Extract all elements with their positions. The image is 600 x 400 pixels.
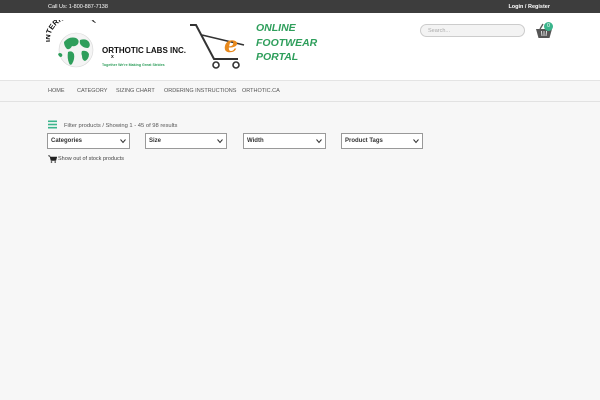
cart-icon xyxy=(48,155,57,163)
categories-select[interactable]: Categories xyxy=(47,133,130,149)
efootwear-logo[interactable]: e ONLINE FOOTWEAR PORTAL xyxy=(188,19,317,77)
logo-main-text: ORTHOTIC LABS INC. xyxy=(102,46,186,55)
site-header: INTERNATIONAL ORTHOTIC LABS INC. x Toget… xyxy=(0,13,600,81)
filter-results-text: Filter products / Showing 1 - 45 of 98 r… xyxy=(64,122,178,129)
size-select-label: Size xyxy=(149,138,162,144)
logo-x-mark: x xyxy=(111,54,114,60)
chevron-down-icon xyxy=(120,139,126,144)
efootwear-line3: PORTAL xyxy=(256,51,299,63)
filter-menu-icon[interactable] xyxy=(48,120,57,129)
orthotic-labs-logo[interactable]: INTERNATIONAL ORTHOTIC LABS INC. x Toget… xyxy=(46,20,186,78)
efootwear-line1: ONLINE xyxy=(256,22,296,34)
product-tags-select[interactable]: Product Tags xyxy=(341,133,423,149)
nav-item-orthotic-ca[interactable]: ORTHOTIC.CA xyxy=(242,88,280,94)
logo-tagline: Together We're Making Great Strides xyxy=(102,63,165,67)
nav-item-ordering-instructions[interactable]: ORDERING INSTRUCTIONS xyxy=(164,88,236,94)
cart-count-badge: 0 xyxy=(544,22,553,31)
login-register-link[interactable]: Login / Register xyxy=(508,4,550,10)
nav-item-home[interactable]: HOME xyxy=(48,88,65,94)
product-tags-select-label: Product Tags xyxy=(345,138,383,144)
chevron-down-icon xyxy=(217,139,223,144)
efootwear-text: ONLINE FOOTWEAR PORTAL xyxy=(256,21,317,65)
shopping-cart-icon: e xyxy=(190,24,245,69)
width-select[interactable]: Width xyxy=(243,133,326,149)
size-select[interactable]: Size xyxy=(145,133,227,149)
categories-select-label: Categories xyxy=(51,138,83,144)
search-input[interactable] xyxy=(420,24,525,37)
efootwear-line2: FOOTWEAR xyxy=(256,36,318,49)
call-us-text: Call Us: 1-800-887-7138 xyxy=(48,3,108,10)
nav-item-category[interactable]: CATEGORY xyxy=(77,88,107,94)
top-bar: Call Us: 1-800-887-7138 Login / Register xyxy=(0,0,600,13)
width-select-label: Width xyxy=(247,138,264,144)
main-nav: HOME CATEGORY SIZING CHART ORDERING INST… xyxy=(0,82,600,102)
chevron-down-icon xyxy=(316,139,322,144)
efootwear-e-letter: e xyxy=(224,32,238,58)
chevron-down-icon xyxy=(413,139,419,144)
nav-item-sizing-chart[interactable]: SIZING CHART xyxy=(116,88,155,94)
show-out-of-stock-toggle[interactable]: Show out of stock products xyxy=(58,156,124,162)
